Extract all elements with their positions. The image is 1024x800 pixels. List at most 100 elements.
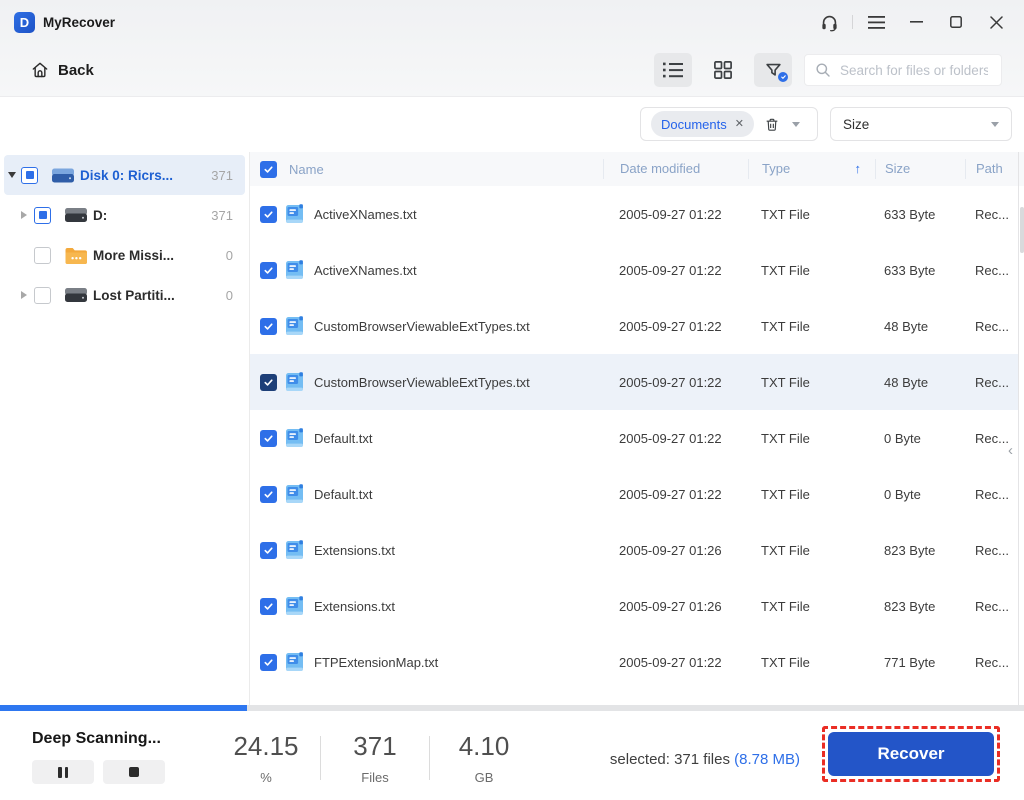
tree-expanded-icon[interactable] bbox=[8, 172, 21, 178]
support-headset-icon[interactable] bbox=[809, 7, 849, 37]
maximize-icon[interactable] bbox=[936, 7, 976, 37]
pause-icon bbox=[58, 766, 62, 778]
checkbox-indeterminate-mark bbox=[38, 211, 47, 219]
file-type: TXT File bbox=[761, 430, 810, 446]
table-row[interactable]: CustomBrowserViewableExtTypes.txt 2005-09… bbox=[250, 354, 1018, 410]
size-dropdown[interactable]: Size bbox=[830, 107, 1012, 141]
file-type: TXT File bbox=[761, 318, 810, 334]
row-checkbox[interactable] bbox=[260, 205, 277, 223]
tree-collapsed-icon[interactable] bbox=[21, 211, 34, 219]
app-title: MyRecover bbox=[43, 14, 116, 30]
file-name: Default.txt bbox=[314, 486, 373, 502]
row-checkbox[interactable] bbox=[260, 653, 277, 671]
recover-button[interactable]: Recover bbox=[828, 732, 994, 776]
file-date-modified: 2005-09-27 01:22 bbox=[619, 318, 722, 334]
filter-button[interactable] bbox=[754, 53, 792, 87]
stat-files: 371 Files bbox=[321, 731, 429, 785]
tree-checkbox[interactable] bbox=[34, 206, 51, 224]
sidebar-item[interactable]: Disk 0: Ricrs... 371 bbox=[4, 155, 245, 195]
file-type: TXT File bbox=[761, 262, 810, 278]
recover-highlight-outline: Recover bbox=[822, 726, 1000, 782]
filter-chip-documents[interactable]: Documents ✕ bbox=[651, 111, 754, 137]
column-header-name[interactable]: Name bbox=[284, 162, 603, 177]
menu-icon[interactable] bbox=[856, 7, 896, 37]
file-type: TXT File bbox=[761, 542, 810, 558]
tree-collapsed-icon[interactable] bbox=[21, 291, 34, 299]
tree-checkbox[interactable] bbox=[21, 166, 38, 184]
table-row[interactable]: FTPExtensionMap.txt 2005-09-27 01:22 TXT F… bbox=[250, 634, 1018, 690]
sidebar-item[interactable]: Lost Partiti... 0 bbox=[4, 275, 245, 315]
column-header-type[interactable]: Type ↑ bbox=[748, 159, 875, 179]
file-name: Extensions.txt bbox=[314, 542, 395, 558]
size-dropdown-label: Size bbox=[843, 116, 870, 132]
select-all-checkbox[interactable] bbox=[260, 160, 277, 178]
row-checkbox[interactable] bbox=[260, 541, 277, 559]
file-name: ActiveXNames.txt bbox=[314, 206, 417, 222]
txt-file-icon bbox=[284, 371, 314, 393]
chip-remove-icon[interactable]: ✕ bbox=[735, 118, 744, 130]
sidebar-item[interactable]: D: 371 bbox=[4, 195, 245, 235]
panel-collapse-chevron-icon[interactable]: ‹ bbox=[1003, 440, 1018, 460]
filter-chip-label: Documents bbox=[661, 116, 727, 132]
search-box[interactable] bbox=[804, 54, 1002, 86]
app-logo-icon: D bbox=[14, 11, 35, 33]
minimize-icon[interactable] bbox=[896, 7, 936, 37]
filter-row: Documents ✕ Size bbox=[0, 97, 1024, 152]
txt-file-icon bbox=[284, 259, 314, 281]
scrollbar-thumb[interactable] bbox=[1020, 207, 1024, 253]
search-input[interactable] bbox=[838, 61, 990, 79]
filter-group[interactable]: Documents ✕ bbox=[640, 107, 818, 141]
file-size: 823 Byte bbox=[884, 598, 936, 614]
disk-blue-icon bbox=[51, 167, 75, 184]
column-header-path[interactable]: Path bbox=[965, 159, 1024, 179]
file-name: FTPExtensionMap.txt bbox=[314, 654, 439, 670]
filter-caret-icon[interactable] bbox=[791, 121, 800, 127]
file-path: Rec... bbox=[975, 654, 1009, 670]
stat-size-unit: GB bbox=[474, 770, 494, 785]
table-row[interactable]: CustomBrowserViewableExtTypes.txt 2005-09… bbox=[250, 298, 1018, 354]
file-path: Rec... bbox=[975, 206, 1009, 222]
row-checkbox-cell bbox=[250, 261, 284, 279]
row-checkbox[interactable] bbox=[260, 485, 277, 503]
file-name: Default.txt bbox=[314, 430, 373, 446]
table-row[interactable]: Extensions.txt 2005-09-27 01:26 TXT File 82… bbox=[250, 578, 1018, 634]
column-header-type-label: Type bbox=[762, 161, 791, 176]
top-chrome: D MyRecover Back Search for files or fol… bbox=[0, 0, 1024, 97]
table-row[interactable]: Extensions.txt 2005-09-27 01:26 TXT File 82… bbox=[250, 522, 1018, 578]
list-view-button[interactable] bbox=[654, 53, 692, 87]
file-size: 0 Byte bbox=[884, 486, 921, 502]
row-checkbox-cell bbox=[250, 373, 284, 391]
back-button[interactable]: Back bbox=[30, 60, 94, 80]
row-checkbox[interactable] bbox=[260, 597, 277, 615]
trash-icon[interactable] bbox=[764, 116, 780, 133]
sidebar-item[interactable]: More Missi... 0 bbox=[4, 235, 245, 275]
folder-icon bbox=[64, 246, 88, 265]
grid-view-button[interactable] bbox=[704, 53, 742, 87]
column-header-date-modified[interactable]: Date modified bbox=[603, 159, 748, 179]
file-size: 771 Byte bbox=[884, 654, 936, 670]
row-checkbox[interactable] bbox=[260, 317, 277, 335]
stat-size-value: 4.10 bbox=[458, 731, 510, 761]
tree-checkbox[interactable] bbox=[34, 286, 51, 304]
file-name: CustomBrowserViewableExtTypes.txt bbox=[314, 318, 530, 334]
back-label: Back bbox=[58, 61, 94, 79]
column-header-size[interactable]: Size bbox=[875, 159, 965, 179]
row-checkbox-cell bbox=[250, 205, 284, 223]
file-list: ActiveXNames.txt 2005-09-27 01:22 TXT File… bbox=[250, 186, 1024, 690]
sidebar-tree: Disk 0: Ricrs... 371 D: 371 More Missi... 0 Lo… bbox=[0, 152, 250, 705]
tree-checkbox[interactable] bbox=[34, 246, 51, 264]
table-row[interactable]: Default.txt 2005-09-27 01:22 TXT File 0 Byt… bbox=[250, 466, 1018, 522]
row-checkbox[interactable] bbox=[260, 261, 277, 279]
row-checkbox[interactable] bbox=[260, 373, 277, 391]
close-icon[interactable] bbox=[976, 7, 1016, 37]
row-checkbox[interactable] bbox=[260, 429, 277, 447]
table-row[interactable]: ActiveXNames.txt 2005-09-27 01:22 TXT File… bbox=[250, 186, 1018, 242]
pause-button[interactable] bbox=[32, 760, 94, 784]
table-row[interactable]: ActiveXNames.txt 2005-09-27 01:22 TXT File… bbox=[250, 242, 1018, 298]
stop-button[interactable] bbox=[103, 760, 165, 784]
table-row[interactable]: Default.txt 2005-09-27 01:22 TXT File 0 Byt… bbox=[250, 410, 1018, 466]
selected-count-text: selected: 371 files bbox=[609, 751, 730, 768]
sidebar-item-label: D: bbox=[93, 207, 108, 223]
txt-file-icon bbox=[284, 203, 314, 225]
file-date-modified: 2005-09-27 01:22 bbox=[619, 374, 722, 390]
